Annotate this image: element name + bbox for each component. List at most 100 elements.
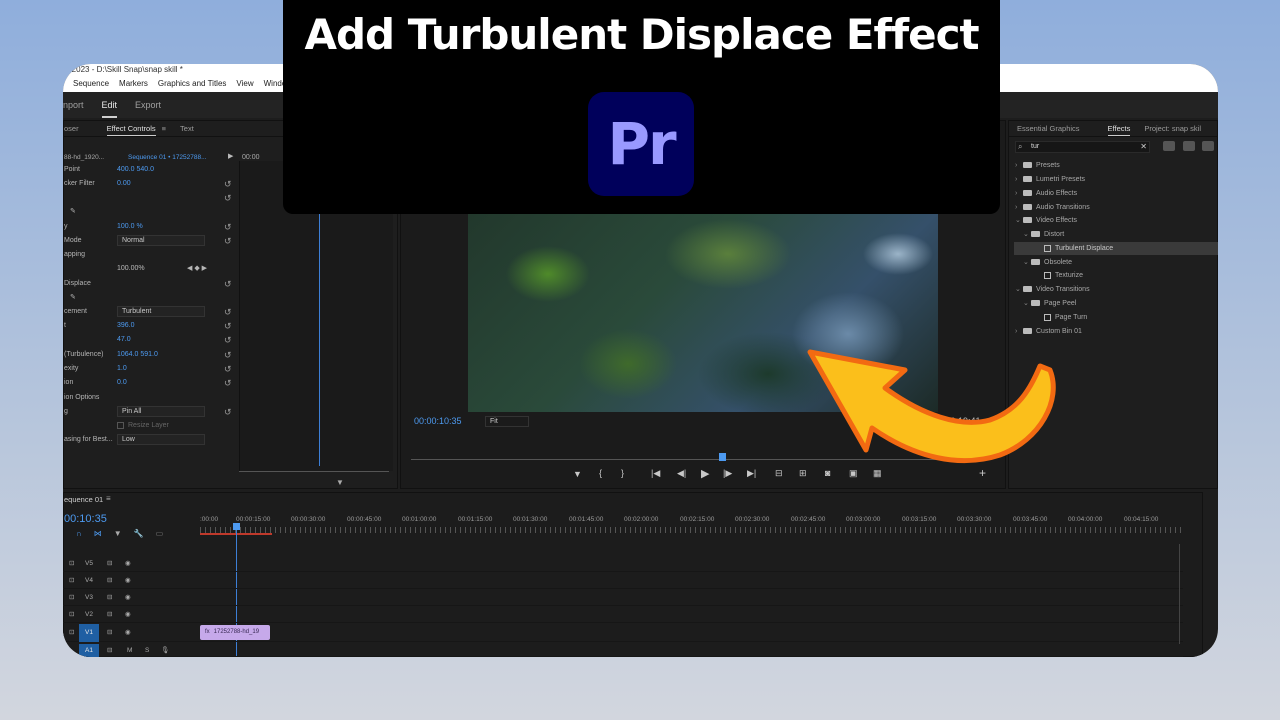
lock-icon[interactable]: ⊡	[69, 573, 74, 589]
video-clip[interactable]: fx 17252788-hd_19	[200, 625, 270, 640]
mute-label[interactable]: M	[127, 644, 132, 657]
antialiasing-dropdown[interactable]: Low	[117, 434, 205, 445]
panel-menu-icon[interactable]: ≡	[162, 121, 166, 136]
eye-icon[interactable]: ◉	[125, 556, 131, 572]
comparison-icon[interactable]: ▣	[849, 468, 858, 479]
solo-label[interactable]: S	[145, 644, 149, 657]
step-forward-icon[interactable]: |▶	[723, 468, 732, 479]
sync-icon[interactable]: ⊟	[107, 590, 112, 606]
timeline-timecode[interactable]: 00:10:35	[64, 513, 107, 525]
tab-effects[interactable]: Effects	[1107, 121, 1131, 136]
ec-scrollbar[interactable]	[239, 471, 389, 476]
tree-texturize[interactable]: Texturize	[1044, 269, 1083, 282]
play-icon[interactable]: ▶	[228, 152, 233, 160]
extract-icon[interactable]: ⊞	[799, 468, 807, 479]
32bit-effects-icon[interactable]	[1183, 141, 1195, 151]
lift-icon[interactable]: ⊟	[775, 468, 783, 479]
menu-graphics[interactable]: Graphics and Titles	[158, 76, 226, 92]
tab-export[interactable]: Export	[135, 92, 161, 118]
captions-icon[interactable]: ▭	[156, 529, 164, 538]
track-v1-label[interactable]: V1	[79, 624, 99, 642]
track-a1-label[interactable]: A1	[79, 644, 99, 657]
add-marker-icon[interactable]: ▼	[114, 529, 122, 538]
eye-icon[interactable]: ◉	[125, 590, 131, 606]
filter-icon[interactable]: ▼	[336, 478, 344, 487]
tab-essential-graphics[interactable]: Essential Graphics	[1017, 121, 1080, 136]
reset-icon[interactable]: ↺	[224, 362, 232, 376]
tree-turbulent-displace[interactable]: Turbulent Displace	[1014, 242, 1218, 255]
play-icon[interactable]: ▶	[701, 467, 709, 480]
menu-sequence[interactable]: Sequence	[73, 76, 109, 92]
search-input[interactable]: tur	[1031, 143, 1039, 150]
reset-icon[interactable]: ↺	[224, 405, 232, 419]
timeline-vscroll[interactable]	[1179, 544, 1185, 644]
displacement-dropdown[interactable]: Turbulent	[117, 306, 205, 317]
sync-icon[interactable]: ⊟	[107, 624, 112, 642]
tree-audio-transitions[interactable]: › Audio Transitions	[1015, 201, 1090, 214]
tree-obsolete[interactable]: ⌄ Obsolete	[1023, 256, 1072, 269]
menu-view[interactable]: View	[236, 76, 253, 92]
program-playhead[interactable]	[719, 453, 726, 461]
tree-audio-effects[interactable]: › Audio Effects	[1015, 187, 1077, 200]
vr-icon[interactable]: ▦	[873, 468, 882, 479]
blend-mode-dropdown[interactable]: Normal	[117, 235, 205, 246]
reset-icon[interactable]: ↺	[224, 177, 232, 191]
program-current-timecode[interactable]: 00:00:10:35	[414, 416, 462, 426]
sequence-tab[interactable]: equence 01	[64, 495, 103, 504]
program-scrub-bar[interactable]	[411, 459, 986, 460]
tree-custom-bin[interactable]: › Custom Bin 01	[1015, 325, 1082, 338]
mark-out-icon[interactable]: }	[621, 468, 624, 478]
lock-icon[interactable]: ⊡	[69, 607, 74, 623]
wrench-icon[interactable]: 🔧	[134, 529, 144, 538]
tree-lumetri-presets[interactable]: › Lumetri Presets	[1015, 173, 1085, 186]
accelerated-effects-icon[interactable]	[1163, 141, 1175, 151]
go-to-out-icon[interactable]: ▶|	[747, 468, 756, 479]
resize-checkbox[interactable]	[117, 422, 124, 429]
reset-icon[interactable]: ↺	[224, 305, 232, 319]
timeline-playhead-handle[interactable]	[233, 523, 240, 530]
linked-selection-icon[interactable]: ⋈	[94, 529, 102, 538]
mark-in-icon[interactable]: {	[599, 468, 602, 478]
pinning-dropdown[interactable]: Pin All	[117, 406, 205, 417]
yuv-effects-icon[interactable]	[1202, 141, 1214, 151]
eye-icon[interactable]: ◉	[125, 607, 131, 623]
tree-page-peel[interactable]: ⌄ Page Peel	[1023, 297, 1076, 310]
sequence-dropdown[interactable]: Sequence 01 • 17252788...	[128, 154, 207, 161]
tab-edit[interactable]: Edit	[101, 92, 118, 118]
keyframe-nav-icon[interactable]: ◀ ◆ ▶	[187, 262, 207, 276]
menu-markers[interactable]: Markers	[119, 76, 148, 92]
tab-project[interactable]: Project: snap skil	[1144, 121, 1201, 136]
eye-icon[interactable]: ◉	[125, 624, 131, 642]
tab-effect-controls[interactable]: Effect Controls	[106, 121, 156, 136]
reset-icon[interactable]: ↺	[224, 333, 232, 347]
fit-dropdown[interactable]: Fit	[485, 416, 529, 427]
lock-icon[interactable]: ⊡	[69, 556, 74, 572]
panel-menu-icon[interactable]: ≡	[106, 494, 111, 503]
step-back-icon[interactable]: ◀|	[677, 468, 686, 479]
tab-composer[interactable]: oser	[64, 121, 79, 136]
program-video-frame[interactable]	[468, 214, 938, 412]
reset-icon[interactable]: ↺	[224, 376, 232, 390]
tab-import[interactable]: nport	[63, 92, 84, 118]
sync-icon[interactable]: ⊟	[107, 573, 112, 589]
tree-video-effects[interactable]: ⌄ Video Effects	[1015, 214, 1077, 227]
tab-text[interactable]: Text	[180, 121, 194, 136]
sync-icon[interactable]: ⊟	[107, 556, 112, 572]
marker-icon[interactable]: ▼	[573, 469, 582, 479]
tree-distort[interactable]: ⌄ Distort	[1023, 228, 1064, 241]
lock-icon[interactable]: ⊡	[69, 624, 74, 642]
reset-icon[interactable]: ↺	[224, 220, 232, 234]
camera-icon[interactable]: ◙	[825, 468, 830, 478]
lock-icon[interactable]: ⊡	[69, 590, 74, 606]
tree-page-turn[interactable]: Page Turn	[1044, 311, 1087, 324]
pen-icon[interactable]: ✎	[70, 291, 76, 305]
clear-search-icon[interactable]: ✕	[1140, 142, 1147, 151]
sync-icon[interactable]: ⊟	[107, 644, 112, 657]
tree-presets[interactable]: › Presets	[1015, 159, 1060, 172]
reset-icon[interactable]: ↺	[224, 234, 232, 248]
eye-icon[interactable]: ◉	[125, 573, 131, 589]
pen-icon[interactable]: ✎	[70, 205, 76, 219]
microphone-icon[interactable]: 🎙	[161, 644, 169, 657]
snap-icon[interactable]: ∩	[76, 529, 82, 538]
reset-icon[interactable]: ↺	[224, 191, 232, 205]
